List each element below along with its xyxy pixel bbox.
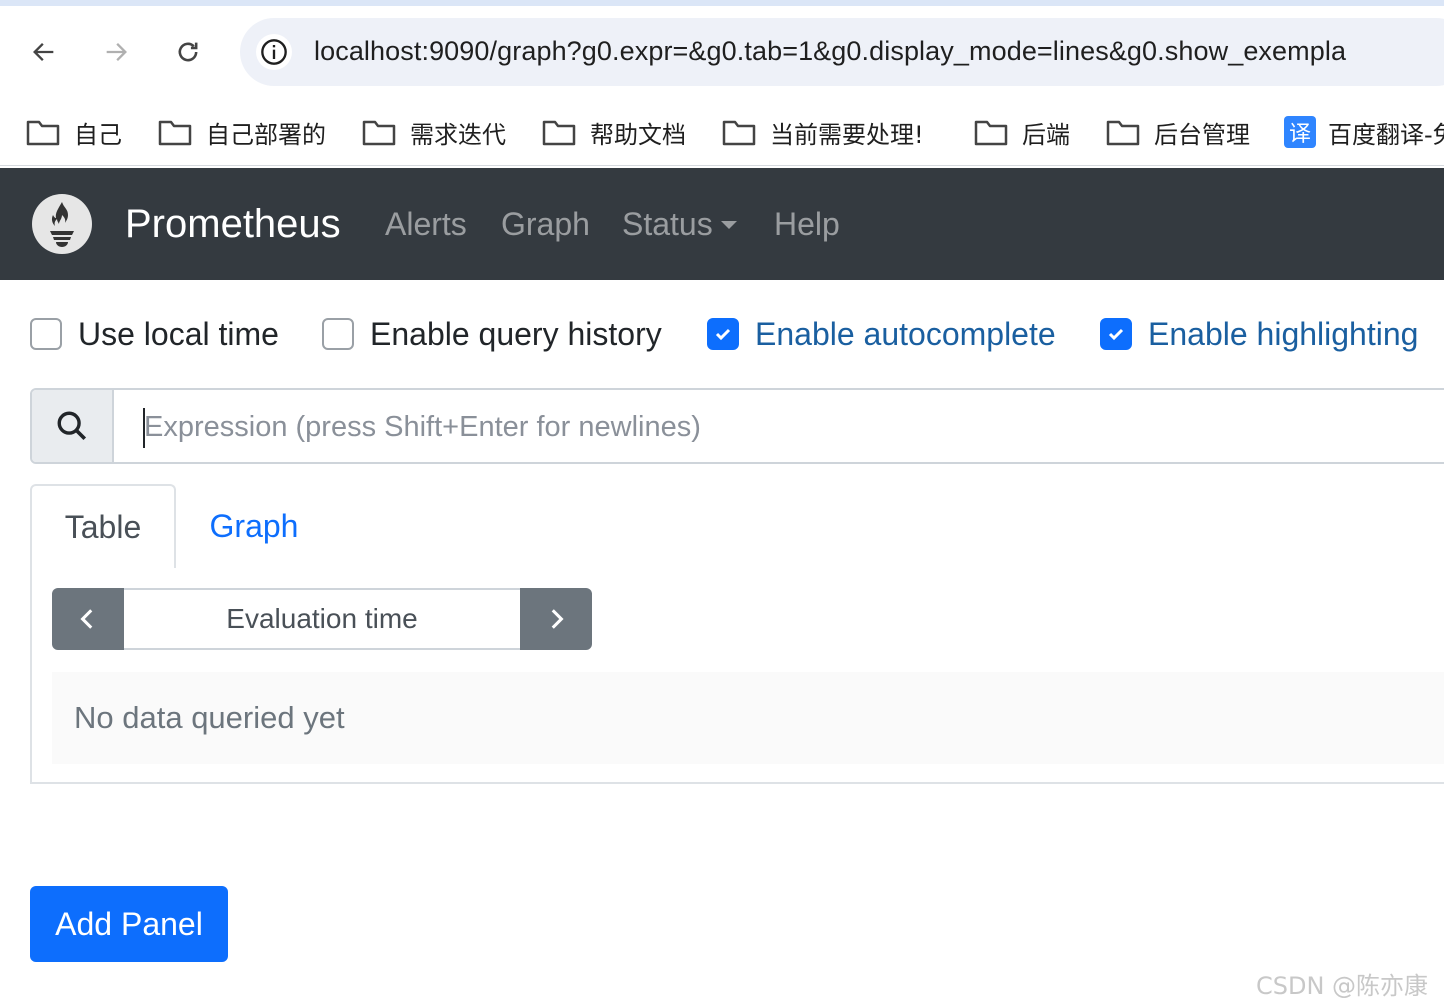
folder-icon	[362, 120, 396, 146]
enable-highlighting-checkbox[interactable]	[1100, 318, 1132, 350]
bookmark-item[interactable]: 译 百度翻译-免	[1284, 112, 1444, 152]
enable-query-history-checkbox[interactable]	[322, 318, 354, 350]
caret-down-icon	[720, 220, 737, 229]
folder-icon	[26, 120, 60, 146]
enable-highlighting-option[interactable]: Enable highlighting	[1100, 314, 1418, 354]
nav-link-status-label: Status	[622, 206, 713, 242]
bookmarks-bar: 自己 自己部署的 需求迭代 帮助文档 当前需要处理! 后端 后台管理 译 百度翻…	[0, 98, 1444, 166]
tab-table[interactable]: Table	[30, 484, 176, 568]
prometheus-navbar: Prometheus Alerts Graph Status Help	[0, 168, 1444, 280]
prometheus-logo-icon[interactable]	[32, 194, 92, 254]
reload-icon	[178, 42, 198, 62]
back-arrow-icon	[33, 43, 54, 61]
bookmark-item[interactable]: 帮助文档	[542, 112, 686, 152]
use-local-time-checkbox[interactable]	[30, 318, 62, 350]
back-button[interactable]	[24, 32, 64, 72]
site-info-icon[interactable]	[256, 34, 292, 70]
bookmark-label: 后台管理	[1154, 120, 1250, 149]
nav-link-help[interactable]: Help	[774, 206, 840, 243]
bookmark-label: 当前需要处理!	[770, 120, 924, 149]
expression-placeholder: Expression (press Shift+Enter for newlin…	[144, 411, 701, 443]
bookmark-item[interactable]: 自己部署的	[158, 112, 326, 152]
chevron-right-icon	[551, 609, 564, 629]
address-bar[interactable]: localhost:9090/graph?g0.expr=&g0.tab=1&g…	[240, 18, 1444, 86]
watermark: CSDN @陈亦康	[1256, 972, 1429, 1000]
bookmark-label: 需求迭代	[410, 120, 506, 149]
nav-link-status[interactable]: Status	[622, 206, 737, 243]
enable-highlighting-label: Enable highlighting	[1148, 315, 1419, 352]
bookmark-item[interactable]: 需求迭代	[362, 112, 506, 152]
no-data-message: No data queried yet	[74, 700, 345, 735]
bookmark-label: 帮助文档	[590, 120, 686, 149]
checkmark-icon	[1108, 328, 1124, 341]
expression-input[interactable]: Expression (press Shift+Enter for newlin…	[30, 388, 1444, 464]
prev-time-button[interactable]	[52, 588, 124, 650]
bookmark-item[interactable]: 后台管理	[1106, 112, 1250, 152]
enable-query-history-option[interactable]: Enable query history	[322, 314, 662, 354]
translate-icon: 译	[1284, 116, 1316, 148]
folder-icon	[722, 120, 756, 146]
next-time-button[interactable]	[520, 588, 592, 650]
tab-graph[interactable]: Graph	[176, 484, 332, 568]
checkmark-icon	[715, 328, 731, 341]
enable-autocomplete-label: Enable autocomplete	[755, 315, 1056, 352]
bookmark-item[interactable]: 自己	[26, 112, 122, 152]
nav-link-graph[interactable]: Graph	[501, 206, 590, 243]
evaluation-time-group: Evaluation time	[52, 588, 592, 650]
reload-button[interactable]	[168, 32, 208, 72]
nav-link-alerts[interactable]: Alerts	[385, 206, 467, 243]
bookmark-label: 后端	[1022, 120, 1070, 149]
url-text: localhost:9090/graph?g0.expr=&g0.tab=1&g…	[314, 36, 1347, 66]
folder-icon	[158, 120, 192, 146]
use-local-time-option[interactable]: Use local time	[30, 314, 279, 354]
forward-button[interactable]	[96, 32, 136, 72]
chevron-left-icon	[80, 609, 93, 629]
enable-query-history-label: Enable query history	[370, 315, 662, 352]
evaluation-time-input[interactable]: Evaluation time	[124, 588, 520, 650]
folder-icon	[542, 120, 576, 146]
bookmark-label: 自己	[74, 120, 122, 149]
bookmark-item[interactable]: 当前需要处理!	[722, 112, 924, 152]
use-local-time-label: Use local time	[78, 315, 279, 352]
bookmark-label: 自己部署的	[206, 120, 326, 149]
browser-toolbar: localhost:9090/graph?g0.expr=&g0.tab=1&g…	[0, 6, 1444, 98]
enable-autocomplete-option[interactable]: Enable autocomplete	[707, 314, 1056, 354]
forward-arrow-icon	[106, 43, 127, 61]
search-icon[interactable]	[32, 390, 114, 462]
enable-autocomplete-checkbox[interactable]	[707, 318, 739, 350]
folder-icon	[974, 120, 1008, 146]
no-data-alert: No data queried yet	[52, 672, 1444, 764]
folder-icon	[1106, 120, 1140, 146]
bookmark-label: 百度翻译-免	[1328, 120, 1444, 149]
bookmark-item[interactable]: 后端	[974, 112, 1070, 152]
add-panel-button[interactable]: Add Panel	[30, 886, 228, 962]
brand-title[interactable]: Prometheus	[125, 202, 341, 247]
